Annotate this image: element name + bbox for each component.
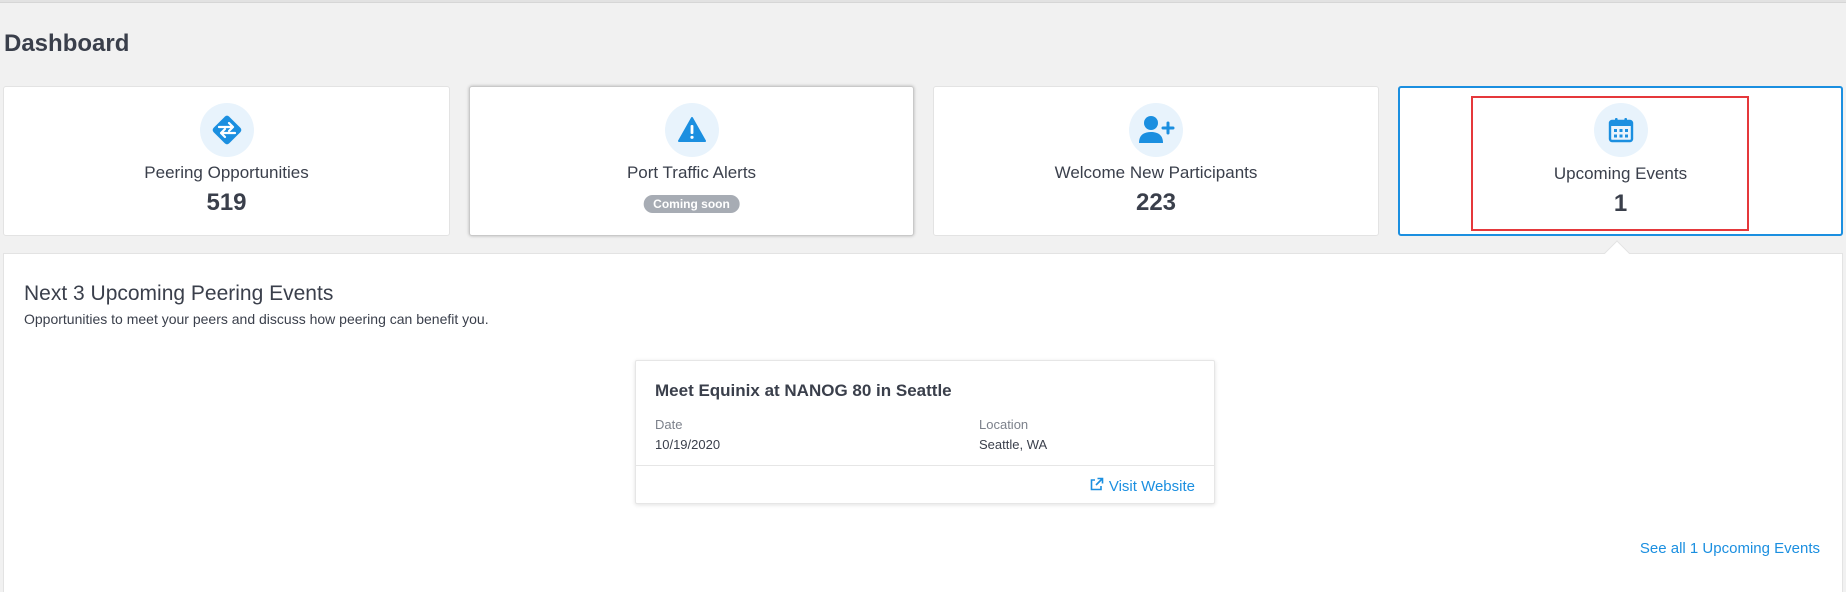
visit-website-link[interactable]: Visit Website bbox=[1089, 477, 1195, 496]
card-label: Port Traffic Alerts bbox=[626, 163, 757, 182]
card-upcoming-events[interactable]: Upcoming Events 1 bbox=[1398, 86, 1843, 236]
add-user-icon bbox=[1129, 103, 1183, 157]
swap-arrows-icon bbox=[199, 103, 254, 157]
card-value: 519 bbox=[206, 189, 247, 216]
card-peering-opportunities[interactable]: Peering Opportunities 519 bbox=[3, 86, 450, 236]
date-label: Date bbox=[655, 417, 683, 432]
card-value: 223 bbox=[1135, 189, 1177, 216]
top-border bbox=[0, 0, 1846, 3]
card-port-traffic-alerts[interactable]: Port Traffic Alerts Coming soon bbox=[469, 86, 914, 236]
calendar-icon bbox=[1593, 103, 1648, 157]
event-title: Meet Equinix at NANOG 80 in Seattle bbox=[655, 381, 952, 400]
warning-icon bbox=[664, 103, 719, 157]
card-label: Welcome New Participants bbox=[1054, 163, 1258, 182]
panel-title: Next 3 Upcoming Peering Events bbox=[24, 282, 334, 305]
event-divider bbox=[636, 465, 1214, 466]
card-value: 1 bbox=[1613, 190, 1628, 217]
external-link-icon bbox=[1089, 477, 1104, 496]
date-value: 10/19/2020 bbox=[655, 437, 721, 452]
card-label: Upcoming Events bbox=[1553, 164, 1688, 183]
card-welcome-new-participants[interactable]: Welcome New Participants 223 bbox=[933, 86, 1379, 236]
location-label: Location bbox=[979, 417, 1029, 432]
location-value: Seattle, WA bbox=[979, 437, 1048, 452]
page-title: Dashboard bbox=[4, 30, 130, 57]
coming-soon-badge: Coming soon bbox=[643, 195, 740, 213]
card-label: Peering Opportunities bbox=[144, 163, 309, 182]
visit-website-label: Visit Website bbox=[1108, 478, 1195, 495]
event-card: Meet Equinix at NANOG 80 in Seattle Date… bbox=[635, 360, 1215, 504]
panel-subtitle: Opportunities to meet your peers and dis… bbox=[24, 311, 489, 327]
upcoming-events-panel: Next 3 Upcoming Peering Events Opportuni… bbox=[3, 253, 1843, 592]
see-all-events-link[interactable]: See all 1 Upcoming Events bbox=[1640, 540, 1820, 557]
